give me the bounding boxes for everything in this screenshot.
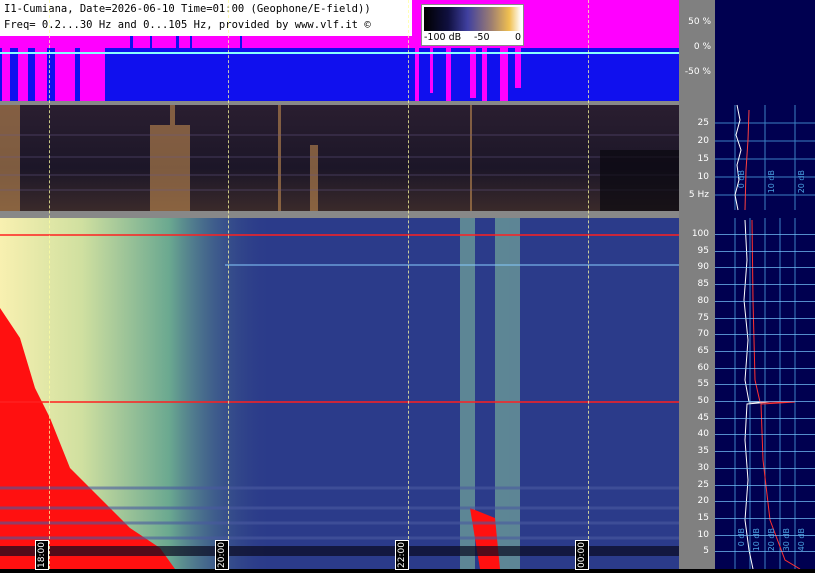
profile-gridline [715, 484, 815, 486]
time-gridline-22 [408, 0, 409, 569]
axis-tick-mid: 20 [697, 136, 709, 146]
profile-gridline [715, 401, 815, 402]
axis-tick-top: 50 % [688, 17, 711, 27]
axis-tick-bottom: 20 [697, 496, 709, 507]
low-frequency-spectrogram [0, 105, 679, 211]
profile-gridline [715, 551, 815, 553]
time-gridline-20 [228, 0, 229, 569]
info-title: I1-Cumiana, Date=2026-06-10 Time=01:00 (… [4, 3, 371, 15]
profile-label-bot: 20 dB [767, 528, 776, 552]
axis-tick-bottom: 30 [697, 462, 709, 473]
axis-tick-bottom: 80 [697, 295, 709, 306]
profile-gridline [715, 417, 815, 419]
axis-tick-bottom: 25 [697, 479, 709, 490]
time-label-20: 20:00 [215, 540, 229, 570]
axis-tick-bottom: 70 [697, 329, 709, 340]
profile-label-mid: 10 dB [767, 170, 776, 194]
profile-gridline [715, 334, 815, 336]
profile-label-mid: 0 dB [737, 170, 746, 189]
axis-tick-mid: 5 Hz [688, 190, 709, 200]
axis-tick-bottom: 75 [697, 312, 709, 323]
profile-gridline [715, 317, 815, 319]
time-label-00: 00:00 [575, 540, 589, 570]
time-label-22: 22:00 [395, 540, 409, 570]
profile-gridline [715, 434, 815, 436]
axis-tick-mid: 10 [697, 172, 709, 182]
separator-2 [0, 211, 679, 218]
profile-label-bot: 30 dB [782, 528, 791, 552]
axis-tick-bottom: 35 [697, 446, 709, 457]
axis-tick-bottom: 55 [697, 379, 709, 390]
time-label-18: 18:00 [35, 540, 49, 570]
profile-gridline [715, 451, 815, 453]
profile-label-bot: 10 dB [752, 528, 761, 552]
profile-gridline [715, 300, 815, 302]
axis-tick-bottom: 10 [697, 529, 709, 540]
axis-tick-bottom: 90 [697, 262, 709, 273]
axis-tick-bottom: 50 [697, 396, 709, 406]
profile-gridline [715, 517, 815, 519]
colorbar-min: -100 dB [424, 32, 462, 43]
axis-tick-bottom: 100 [691, 229, 709, 239]
axis-tick-mid: 15 [697, 154, 709, 164]
info-box: I1-Cumiana, Date=2026-06-10 Time=01:00 (… [0, 0, 412, 36]
axis-tick-top: -50 % [684, 67, 711, 77]
profile-gridline [715, 284, 815, 286]
profile-gridline [715, 534, 815, 536]
axis-tick-bottom: 5 [703, 546, 709, 557]
axis-tick-bottom: 60 [697, 362, 709, 373]
profile-label-bot: 40 dB [797, 528, 806, 552]
profile-gridline [715, 501, 815, 503]
axis-tick-bottom: 40 [697, 429, 709, 440]
profile-gridline [715, 384, 815, 386]
profile-label-bot: 0 dB [737, 528, 746, 547]
main-spectrogram-texture [0, 218, 679, 569]
axis-tick-top: 0 % [693, 42, 711, 52]
axis-tick-bottom: 45 [697, 412, 709, 423]
profile-gridline [715, 234, 815, 235]
profile-gridline [715, 350, 815, 352]
profile-gridline [715, 467, 815, 469]
profile-gridline [715, 250, 815, 252]
axis-tick-bottom: 85 [697, 279, 709, 290]
info-frequency: Freq= 0.2...30 Hz and 0...105 Hz, provid… [4, 19, 371, 31]
colorbar-mid: -50 [474, 32, 490, 43]
axis-tick-bottom: 95 [697, 245, 709, 256]
profile-gridline [715, 267, 815, 269]
axis-tick-mid: 25 [697, 118, 709, 128]
profile-label-mid: 20 dB [797, 170, 806, 194]
colorbar-legend: -100 dB -50 0 [421, 4, 524, 46]
time-gridline-00 [588, 0, 589, 569]
axis-tick-bottom: 65 [697, 345, 709, 356]
main-spectrogram [0, 218, 679, 569]
time-gridline-18 [49, 0, 50, 569]
profile-gridline [715, 367, 815, 369]
colorbar-gradient [424, 7, 521, 31]
low-frequency-texture [0, 105, 679, 211]
amplitude-zero-line [0, 52, 679, 54]
colorbar-max: 0 [515, 32, 522, 43]
axis-strip: 50 % 0 % -50 % 25 20 15 10 5 Hz 100 95 90 8… [679, 0, 715, 569]
axis-tick-bottom: 15 [697, 512, 709, 523]
